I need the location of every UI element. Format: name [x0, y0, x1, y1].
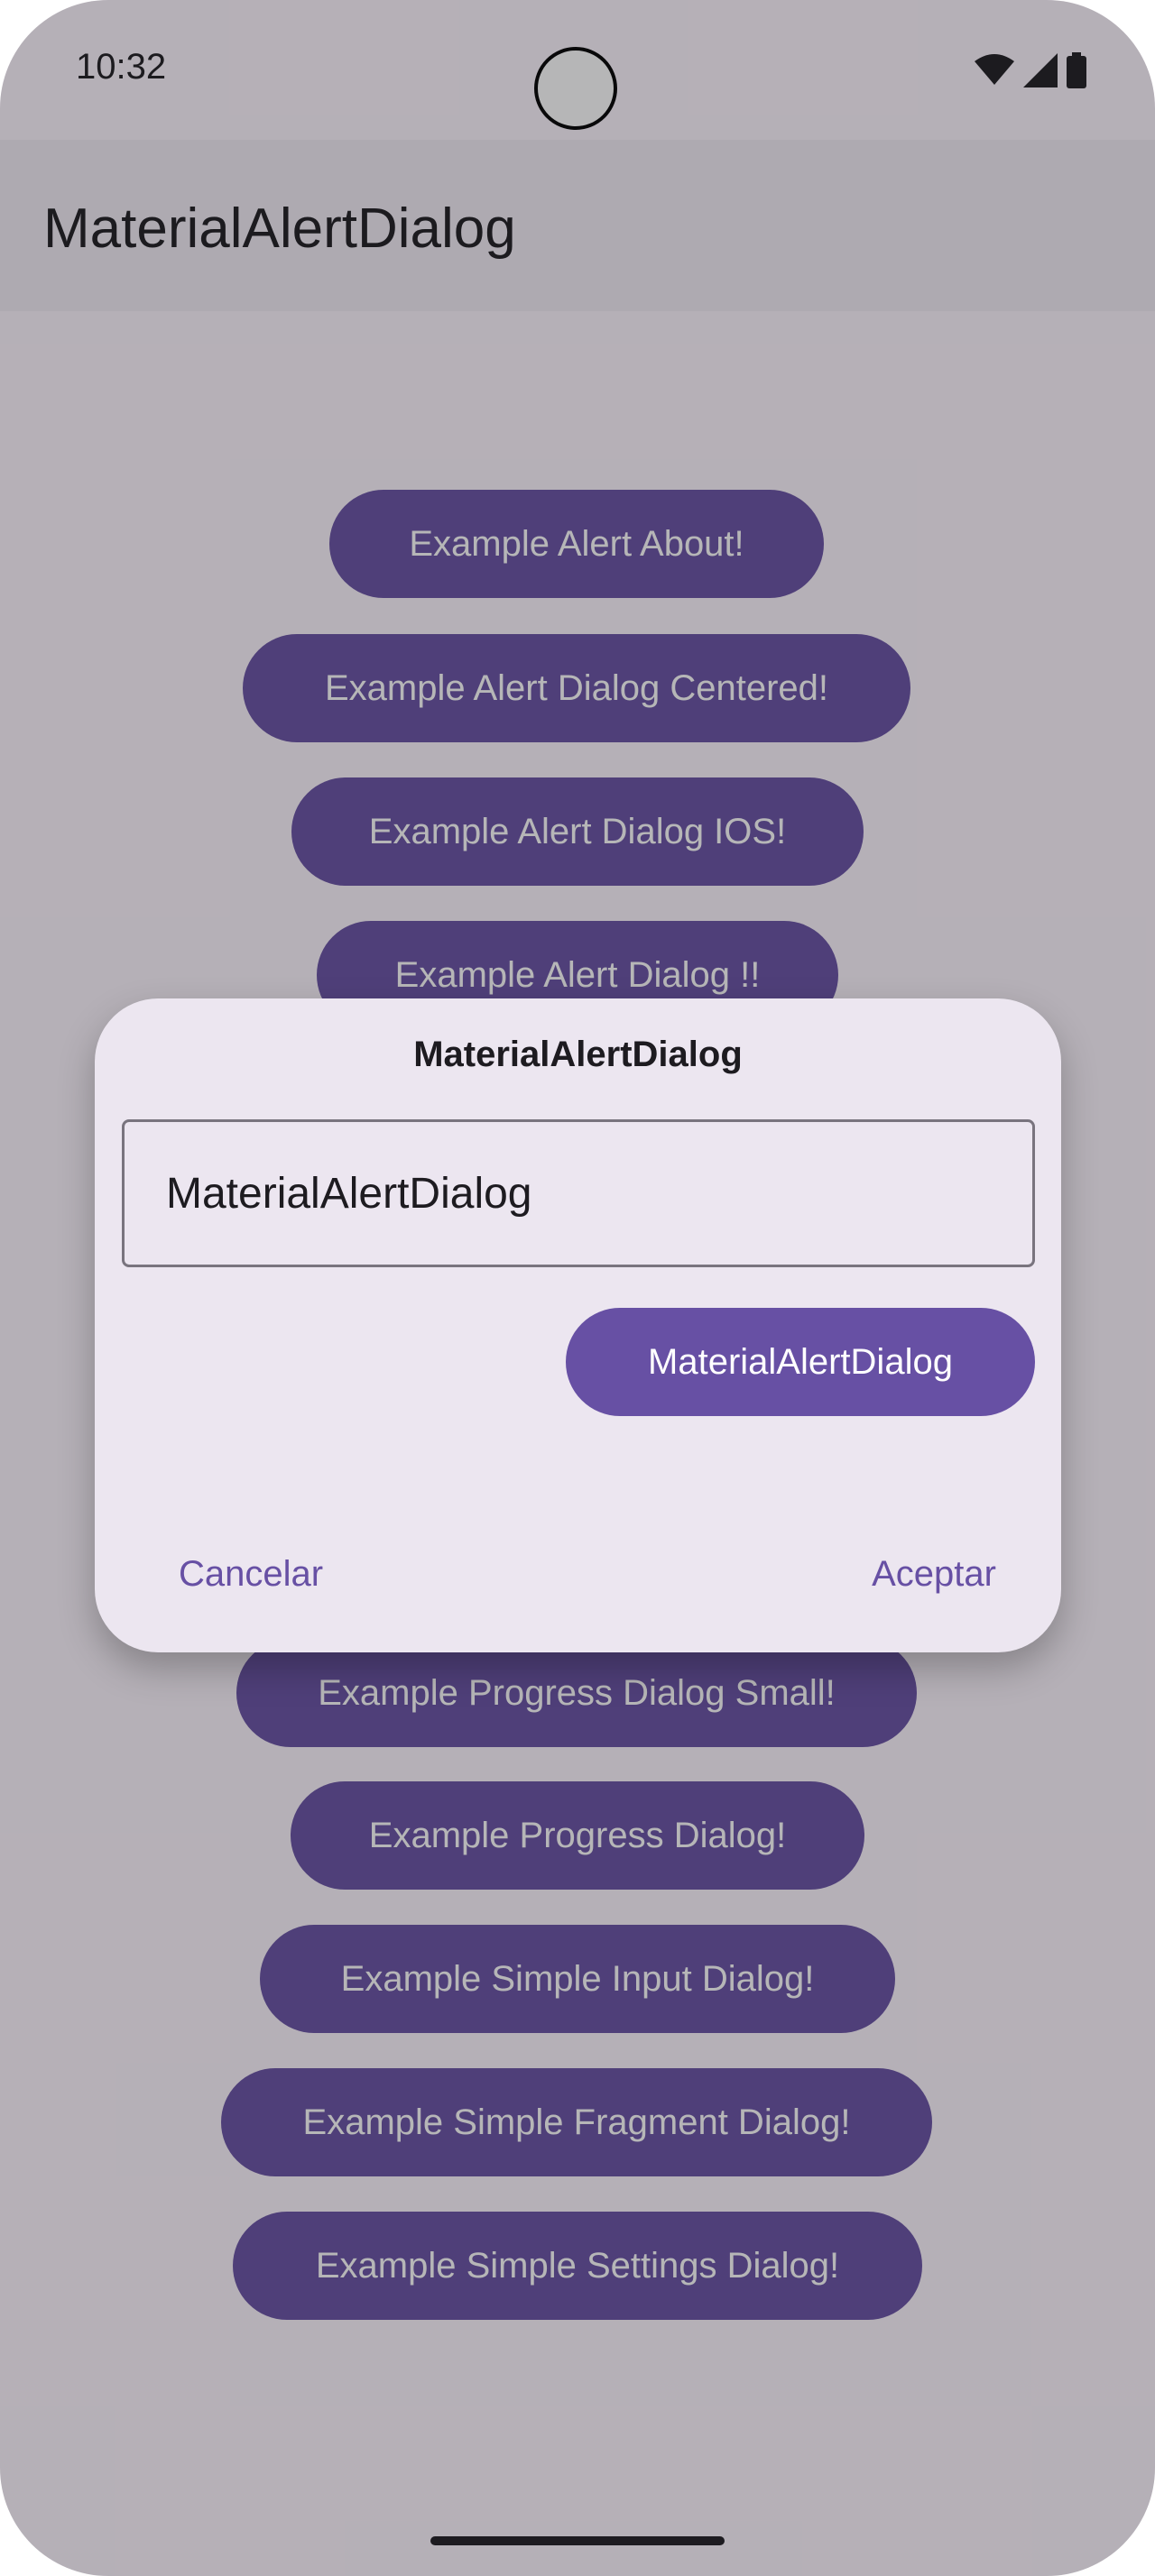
dialog-action-button[interactable]: MaterialAlertDialog — [566, 1308, 1035, 1416]
dialog-text-field[interactable] — [122, 1119, 1035, 1267]
accept-button[interactable]: Aceptar — [844, 1540, 1024, 1608]
dialog-title: MaterialAlertDialog — [413, 1035, 743, 1074]
cancel-button[interactable]: Cancelar — [154, 1540, 347, 1608]
device-screen: 10:32 MaterialAlertDialog Example Alert … — [0, 0, 1155, 2576]
gesture-nav-handle[interactable] — [430, 2536, 725, 2545]
material-alert-dialog: MaterialAlertDialog MaterialAlertDialog … — [95, 998, 1061, 1652]
